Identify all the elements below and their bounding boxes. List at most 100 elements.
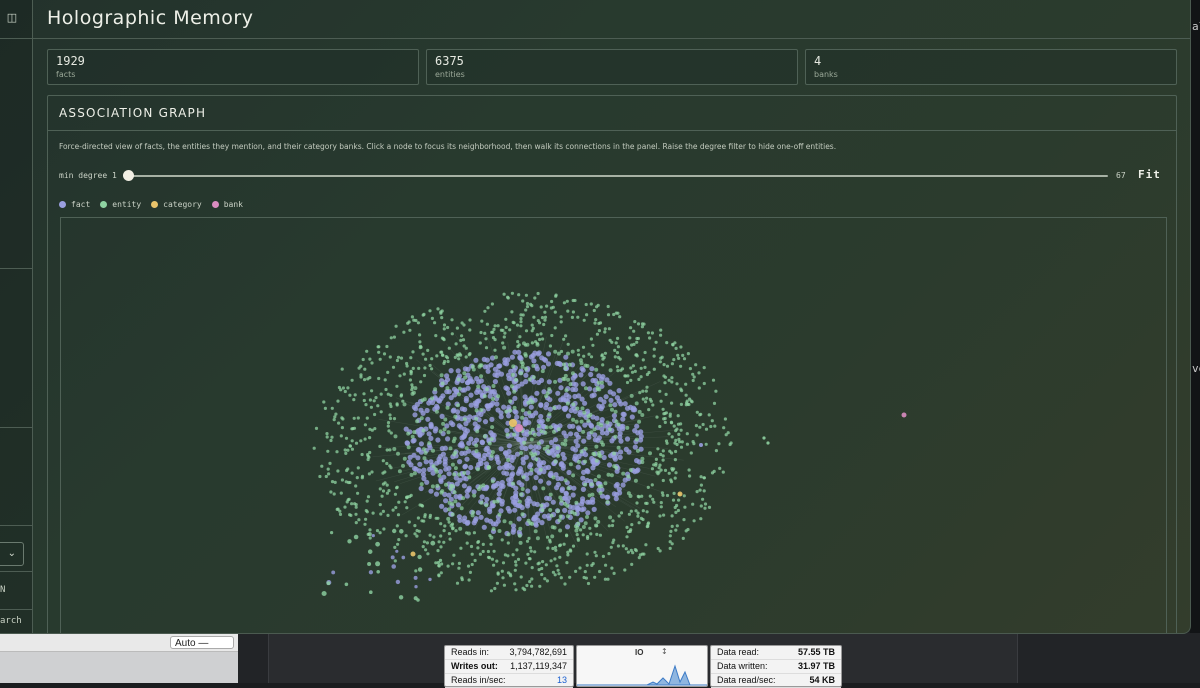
fact-node[interactable]: [621, 482, 626, 487]
fact-node[interactable]: [490, 389, 495, 394]
entity-node[interactable]: [394, 493, 397, 496]
entity-node[interactable]: [346, 386, 349, 389]
entity-node[interactable]: [456, 327, 459, 330]
entity-node[interactable]: [584, 447, 588, 451]
entity-node[interactable]: [508, 399, 512, 403]
entity-node[interactable]: [609, 339, 612, 342]
entity-node[interactable]: [439, 522, 442, 525]
entity-node[interactable]: [456, 582, 459, 585]
fact-node[interactable]: [529, 405, 534, 410]
entity-node[interactable]: [487, 465, 491, 469]
entity-node[interactable]: [480, 501, 484, 505]
entity-node[interactable]: [641, 325, 644, 328]
entity-node[interactable]: [608, 515, 612, 519]
entity-node[interactable]: [389, 355, 392, 358]
entity-node[interactable]: [567, 343, 570, 346]
entity-node[interactable]: [382, 489, 385, 492]
entity-node[interactable]: [457, 392, 461, 396]
entity-node[interactable]: [467, 475, 471, 479]
entity-node[interactable]: [436, 549, 439, 552]
entity-node[interactable]: [429, 364, 432, 367]
entity-node[interactable]: [700, 504, 703, 507]
entity-node[interactable]: [577, 353, 580, 356]
entity-node[interactable]: [612, 464, 616, 468]
entity-node[interactable]: [590, 302, 593, 305]
entity-node[interactable]: [584, 364, 588, 368]
entity-node[interactable]: [546, 391, 550, 395]
entity-node[interactable]: [538, 585, 541, 588]
entity-node[interactable]: [574, 570, 577, 573]
fact-node[interactable]: [456, 368, 461, 373]
fact-node[interactable]: [443, 462, 448, 467]
entity-node[interactable]: [543, 431, 547, 435]
entity-node[interactable]: [368, 472, 371, 475]
entity-node[interactable]: [546, 450, 550, 454]
fact-node[interactable]: [412, 466, 417, 471]
entity-node[interactable]: [457, 378, 461, 382]
entity-node[interactable]: [342, 386, 345, 389]
entity-node[interactable]: [596, 333, 599, 336]
entity-node[interactable]: [571, 473, 575, 477]
entity-node[interactable]: [336, 400, 339, 403]
fact-node[interactable]: [592, 392, 597, 397]
entity-node[interactable]: [497, 571, 500, 574]
zoom-select[interactable]: Auto — Page: [170, 636, 234, 649]
fact-node[interactable]: [421, 476, 426, 481]
fact-node[interactable]: [489, 362, 494, 367]
fact-node[interactable]: [459, 441, 464, 446]
entity-node[interactable]: [338, 386, 341, 389]
fact-node[interactable]: [480, 440, 485, 445]
entity-node[interactable]: [662, 459, 665, 462]
entity-node[interactable]: [500, 329, 503, 332]
entity-node[interactable]: [545, 425, 549, 429]
entity-node[interactable]: [540, 508, 544, 512]
entity-node[interactable]: [435, 484, 439, 488]
fact-node[interactable]: [517, 516, 522, 521]
fact-node[interactable]: [541, 365, 546, 370]
entity-node[interactable]: [562, 338, 565, 341]
entity-node[interactable]: [679, 388, 682, 391]
entity-node[interactable]: [628, 513, 631, 516]
entity-node[interactable]: [493, 349, 496, 352]
entity-node[interactable]: [452, 472, 456, 476]
entity-node[interactable]: [541, 369, 545, 373]
fact-node[interactable]: [419, 486, 424, 491]
entity-node[interactable]: [613, 435, 617, 439]
entity-node[interactable]: [397, 501, 400, 504]
entity-node[interactable]: [647, 408, 650, 411]
entity-node[interactable]: [599, 423, 603, 427]
entity-node[interactable]: [440, 571, 443, 574]
entity-node[interactable]: [435, 470, 439, 474]
entity-node[interactable]: [379, 503, 382, 506]
entity-node[interactable]: [437, 564, 440, 567]
entity-node[interactable]: [524, 562, 527, 565]
entity-node[interactable]: [623, 568, 626, 571]
entity-node[interactable]: [403, 373, 406, 376]
entity-node[interactable]: [724, 417, 727, 420]
entity-node[interactable]: [489, 536, 493, 540]
entity-node[interactable]: [584, 570, 587, 573]
entity-node[interactable]: [447, 507, 451, 511]
entity-node[interactable]: [549, 493, 553, 497]
entity-node[interactable]: [595, 459, 599, 463]
entity-node[interactable]: [349, 444, 352, 447]
entity-node[interactable]: [554, 460, 558, 464]
entity-node[interactable]: [468, 318, 471, 321]
entity-node[interactable]: [580, 420, 584, 424]
entity-node[interactable]: [341, 426, 344, 429]
fact-node[interactable]: [484, 497, 489, 502]
entity-node[interactable]: [453, 415, 457, 419]
fact-node[interactable]: [475, 399, 480, 404]
entity-node[interactable]: [674, 439, 677, 442]
entity-node[interactable]: [333, 418, 336, 421]
entity-node[interactable]: [524, 308, 527, 311]
fact-node[interactable]: [497, 465, 502, 470]
entity-node[interactable]: [411, 435, 415, 439]
entity-node[interactable]: [683, 357, 686, 360]
entity-node[interactable]: [462, 338, 465, 341]
entity-node[interactable]: [703, 366, 706, 369]
fact-node[interactable]: [496, 460, 501, 465]
entity-node[interactable]: [503, 519, 507, 523]
entity-node[interactable]: [556, 454, 560, 458]
entity-node[interactable]: [512, 390, 516, 394]
